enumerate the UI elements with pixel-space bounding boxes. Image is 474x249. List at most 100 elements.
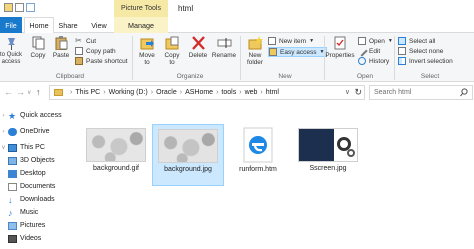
open-label: Open — [369, 37, 385, 45]
open-button[interactable]: Open ▼ — [358, 37, 393, 45]
nav-item-downloads[interactable]: ↓ Downloads — [8, 193, 55, 206]
history-icon — [358, 57, 366, 65]
clipboard-group-label: Clipboard — [55, 73, 85, 80]
breadcrumb-working-d[interactable]: Working (D:) — [109, 89, 148, 96]
up-arrow-icon[interactable]: ↑ — [36, 87, 41, 97]
tab-share[interactable]: Share — [57, 17, 79, 33]
nav-item-music[interactable]: ♪ Music — [8, 206, 38, 219]
nav-item-label: 3D Objects — [20, 157, 55, 164]
nav-item-quick-access[interactable]: › ★ Quick access — [0, 109, 62, 122]
search-input[interactable]: Search html — [369, 85, 473, 100]
breadcrumb-web[interactable]: web — [245, 89, 258, 96]
rename-button[interactable]: Rename — [211, 36, 237, 59]
back-arrow-icon[interactable]: ← — [4, 87, 13, 97]
copy-path-label: Copy path — [86, 47, 116, 55]
properties-button[interactable]: Properties — [325, 36, 355, 59]
group-divider — [132, 36, 133, 80]
tab-manage[interactable]: Manage — [114, 17, 168, 33]
gears-thumbnail — [86, 128, 146, 162]
nav-item-3d-objects[interactable]: 3D Objects — [8, 154, 55, 167]
nav-item-label: Pictures — [20, 222, 46, 229]
chevron-down-icon[interactable]: ∨ — [345, 88, 350, 96]
chevron-right-icon: › — [239, 89, 242, 96]
edit-label: Edit — [369, 47, 381, 55]
paste-button[interactable]: Paste — [50, 36, 72, 59]
file-item[interactable]: background.gif — [80, 124, 152, 186]
nav-item-label: Music — [20, 209, 39, 216]
move-to-icon — [140, 38, 154, 50]
file-item[interactable]: runform.htm — [222, 124, 294, 186]
download-icon: ↓ — [8, 194, 13, 205]
new-item-button[interactable]: New item ▼ — [268, 37, 314, 45]
address-bar[interactable]: › This PC › Working (D:) › Oracle › ASHo… — [49, 85, 365, 100]
new-folder-icon[interactable] — [26, 3, 35, 12]
copy-to-button[interactable]: Copy to — [161, 36, 183, 66]
nav-item-documents[interactable]: Documents — [8, 180, 55, 193]
search-icon — [460, 88, 468, 97]
file-item[interactable]: background.jpg — [152, 124, 224, 186]
move-to-button[interactable]: Move to — [136, 36, 158, 66]
copy-to-icon — [165, 36, 178, 50]
nav-item-onedrive[interactable]: › OneDrive — [0, 125, 50, 138]
properties-icon[interactable] — [15, 3, 24, 12]
window-title: html — [178, 4, 194, 13]
pin-icon — [7, 38, 15, 50]
paste-shortcut-label: Paste shortcut — [86, 57, 128, 65]
nav-item-desktop[interactable]: Desktop — [8, 167, 46, 180]
paste-icon — [55, 36, 67, 50]
chevron-down-icon: ▼ — [309, 38, 315, 44]
history-button[interactable]: History — [358, 57, 389, 65]
breadcrumb-tools[interactable]: tools — [221, 89, 236, 96]
nav-item-pictures[interactable]: Pictures — [8, 219, 45, 232]
recent-locations-icon[interactable]: ∨ — [27, 89, 31, 96]
file-name: background.jpg — [164, 166, 212, 173]
picture-tools-context-title: Picture Tools — [114, 0, 168, 17]
tab-view[interactable]: View — [89, 17, 109, 33]
breadcrumb-html[interactable]: html — [266, 89, 279, 96]
chevron-down-icon[interactable]: ∨ — [0, 144, 7, 151]
breadcrumb-this-pc[interactable]: This PC — [75, 89, 100, 96]
select-all-button[interactable]: Select all — [398, 37, 435, 45]
chevron-right-icon[interactable]: › — [0, 129, 7, 135]
new-folder-icon — [248, 36, 263, 50]
delete-button[interactable]: Delete — [187, 36, 209, 59]
rename-icon — [217, 38, 231, 48]
breadcrumb-oracle[interactable]: Oracle — [156, 89, 177, 96]
new-folder-button[interactable]: New folder — [243, 36, 267, 66]
tab-file[interactable]: File — [0, 17, 22, 33]
paste-label: Paste — [52, 52, 70, 59]
gear-icon — [347, 149, 355, 157]
easy-access-button[interactable]: Easy access ▼ — [268, 47, 328, 57]
chevron-right-icon[interactable]: › — [0, 113, 7, 119]
folder-icon[interactable] — [4, 3, 13, 12]
easy-access-icon — [269, 48, 277, 56]
nav-item-this-pc[interactable]: ∨ This PC — [0, 141, 45, 154]
group-divider — [240, 36, 241, 80]
file-list: background.gif background.jpg runform.ht… — [72, 104, 474, 249]
breadcrumb-ashome[interactable]: ASHome — [185, 89, 213, 96]
paste-shortcut-button[interactable]: Paste shortcut — [75, 57, 128, 65]
nav-item-label: Desktop — [20, 170, 46, 177]
invert-selection-button[interactable]: Invert selection — [398, 57, 453, 65]
new-folder-label: New folder — [247, 52, 263, 66]
move-to-label: Move to — [139, 52, 155, 66]
pin-to-quick-access-button[interactable]: to Quick access — [0, 36, 22, 66]
select-none-button[interactable]: Select none — [398, 47, 443, 55]
cut-button[interactable]: ✂ Cut — [75, 37, 96, 45]
file-name: runform.htm — [239, 166, 277, 173]
nav-item-label: OneDrive — [20, 128, 50, 135]
edit-button[interactable]: Edit — [356, 45, 381, 57]
file-item[interactable]: Sscreen.jpg — [292, 124, 364, 186]
music-icon: ♪ — [8, 207, 13, 218]
tab-home[interactable]: Home — [24, 17, 54, 34]
copy-path-button[interactable]: Copy path — [75, 47, 116, 55]
rename-label: Rename — [211, 52, 237, 59]
title-bar: Picture Tools html — [0, 0, 474, 17]
pin-label: to Quick access — [0, 52, 23, 65]
nav-item-videos[interactable]: Videos — [8, 232, 41, 245]
refresh-icon[interactable]: ↻ — [354, 87, 362, 98]
forward-arrow-icon[interactable]: → — [16, 87, 25, 97]
easy-access-label: Easy access — [280, 48, 317, 56]
copy-button[interactable]: Copy — [28, 36, 48, 59]
nav-item-label: Quick access — [20, 112, 62, 119]
